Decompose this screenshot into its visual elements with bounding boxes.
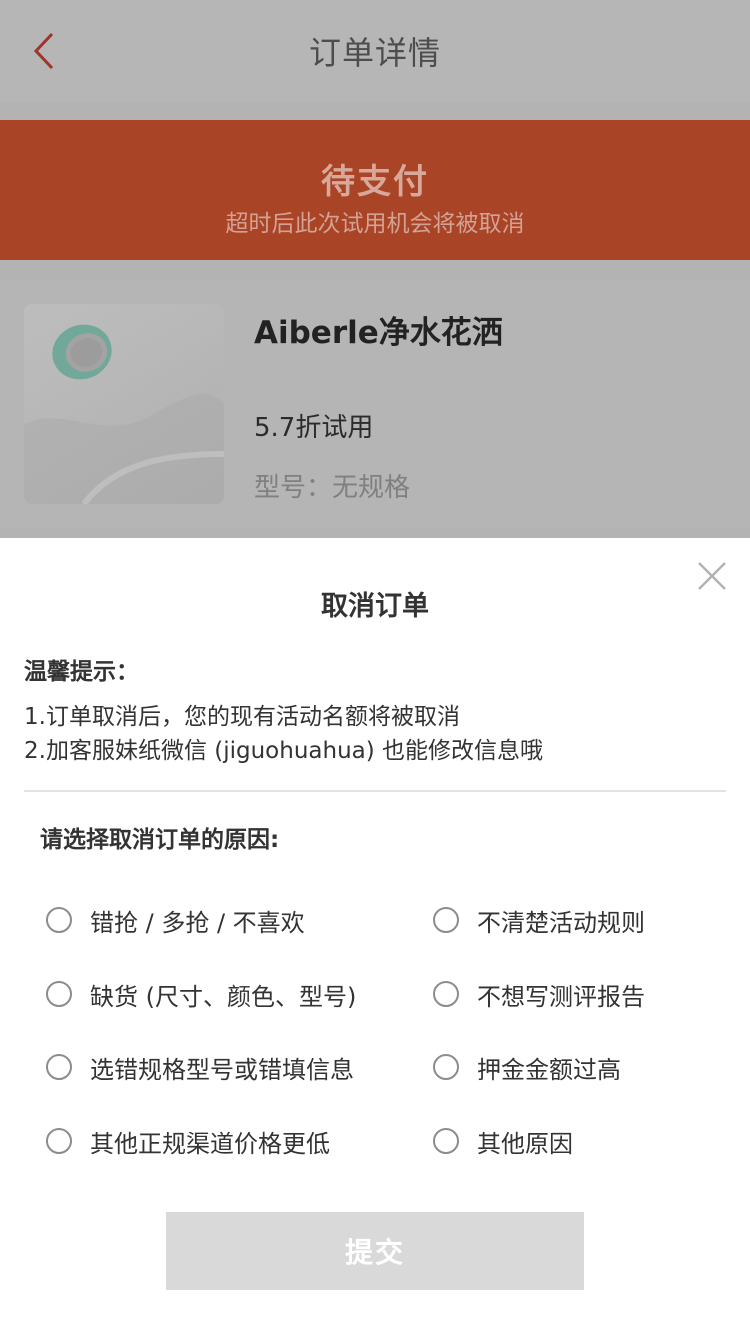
reason-option-4[interactable]: 选错规格型号或错填信息 bbox=[46, 1047, 354, 1087]
radio-button[interactable] bbox=[433, 981, 459, 1007]
status-banner: 待支付 超时后此次试用机会将被取消 bbox=[0, 120, 750, 260]
reason-label: 选错规格型号或错填信息 bbox=[90, 1055, 354, 1084]
radio-button[interactable] bbox=[46, 981, 72, 1007]
reason-option-7[interactable]: 其他原因 bbox=[433, 1121, 573, 1161]
divider bbox=[24, 790, 726, 792]
product-image bbox=[24, 304, 224, 504]
product-card[interactable]: Aiberle净水花洒 5.7折试用 型号：无规格 bbox=[0, 279, 750, 529]
radio-button[interactable] bbox=[433, 1128, 459, 1154]
reason-option-0[interactable]: 错抢 / 多抢 / 不喜欢 bbox=[46, 900, 305, 940]
status-title: 待支付 bbox=[321, 162, 429, 202]
radio-button[interactable] bbox=[46, 1054, 72, 1080]
reason-option-5[interactable]: 押金金额过高 bbox=[433, 1047, 621, 1087]
reason-option-3[interactable]: 不想写测评报告 bbox=[433, 974, 645, 1014]
radio-button[interactable] bbox=[433, 907, 459, 933]
reason-label: 不想写测评报告 bbox=[477, 982, 645, 1011]
tip-line: 1.订单取消后，您的现有活动名额将被取消 bbox=[24, 704, 460, 730]
product-spec: 型号：无规格 bbox=[254, 473, 411, 503]
reason-label: 错抢 / 多抢 / 不喜欢 bbox=[90, 908, 305, 937]
radio-button[interactable] bbox=[46, 1128, 72, 1154]
reason-option-6[interactable]: 其他正规渠道价格更低 bbox=[46, 1121, 330, 1161]
reason-label: 不清楚活动规则 bbox=[477, 908, 645, 937]
tip-heading: 温馨提示： bbox=[24, 659, 139, 685]
radio-button[interactable] bbox=[433, 1054, 459, 1080]
reason-label: 缺货 (尺寸、颜色、型号) bbox=[90, 982, 357, 1011]
tip-lines: 1.订单取消后，您的现有活动名额将被取消 2.加客服妹纸微信 (jiguohua… bbox=[24, 700, 543, 768]
submit-button[interactable]: 提交 bbox=[166, 1212, 584, 1290]
chevron-left-icon[interactable] bbox=[32, 31, 56, 71]
reason-option-1[interactable]: 不清楚活动规则 bbox=[433, 900, 645, 940]
reason-label: 押金金额过高 bbox=[477, 1055, 621, 1084]
reason-heading: 请选择取消订单的原因: bbox=[40, 827, 280, 853]
sheet-title: 取消订单 bbox=[321, 591, 429, 622]
reason-option-2[interactable]: 缺货 (尺寸、颜色、型号) bbox=[46, 974, 356, 1014]
tip-line: 2.加客服妹纸微信 (jiguohuahua) 也能修改信息哦 bbox=[24, 738, 544, 764]
radio-button[interactable] bbox=[46, 907, 72, 933]
page-title: 订单详情 bbox=[308, 34, 441, 72]
cancel-order-sheet: 取消订单 温馨提示： 1.订单取消后，您的现有活动名额将被取消 2.加客服妹纸微… bbox=[0, 538, 750, 1334]
status-subtitle: 超时后此次试用机会将被取消 bbox=[225, 211, 525, 237]
reason-label: 其他正规渠道价格更低 bbox=[90, 1129, 330, 1158]
product-price: 5.7折试用 bbox=[254, 413, 374, 443]
product-name: Aiberle净水花洒 bbox=[254, 315, 503, 351]
reason-label: 其他原因 bbox=[477, 1129, 573, 1158]
nav-bar: 订单详情 bbox=[0, 0, 750, 102]
